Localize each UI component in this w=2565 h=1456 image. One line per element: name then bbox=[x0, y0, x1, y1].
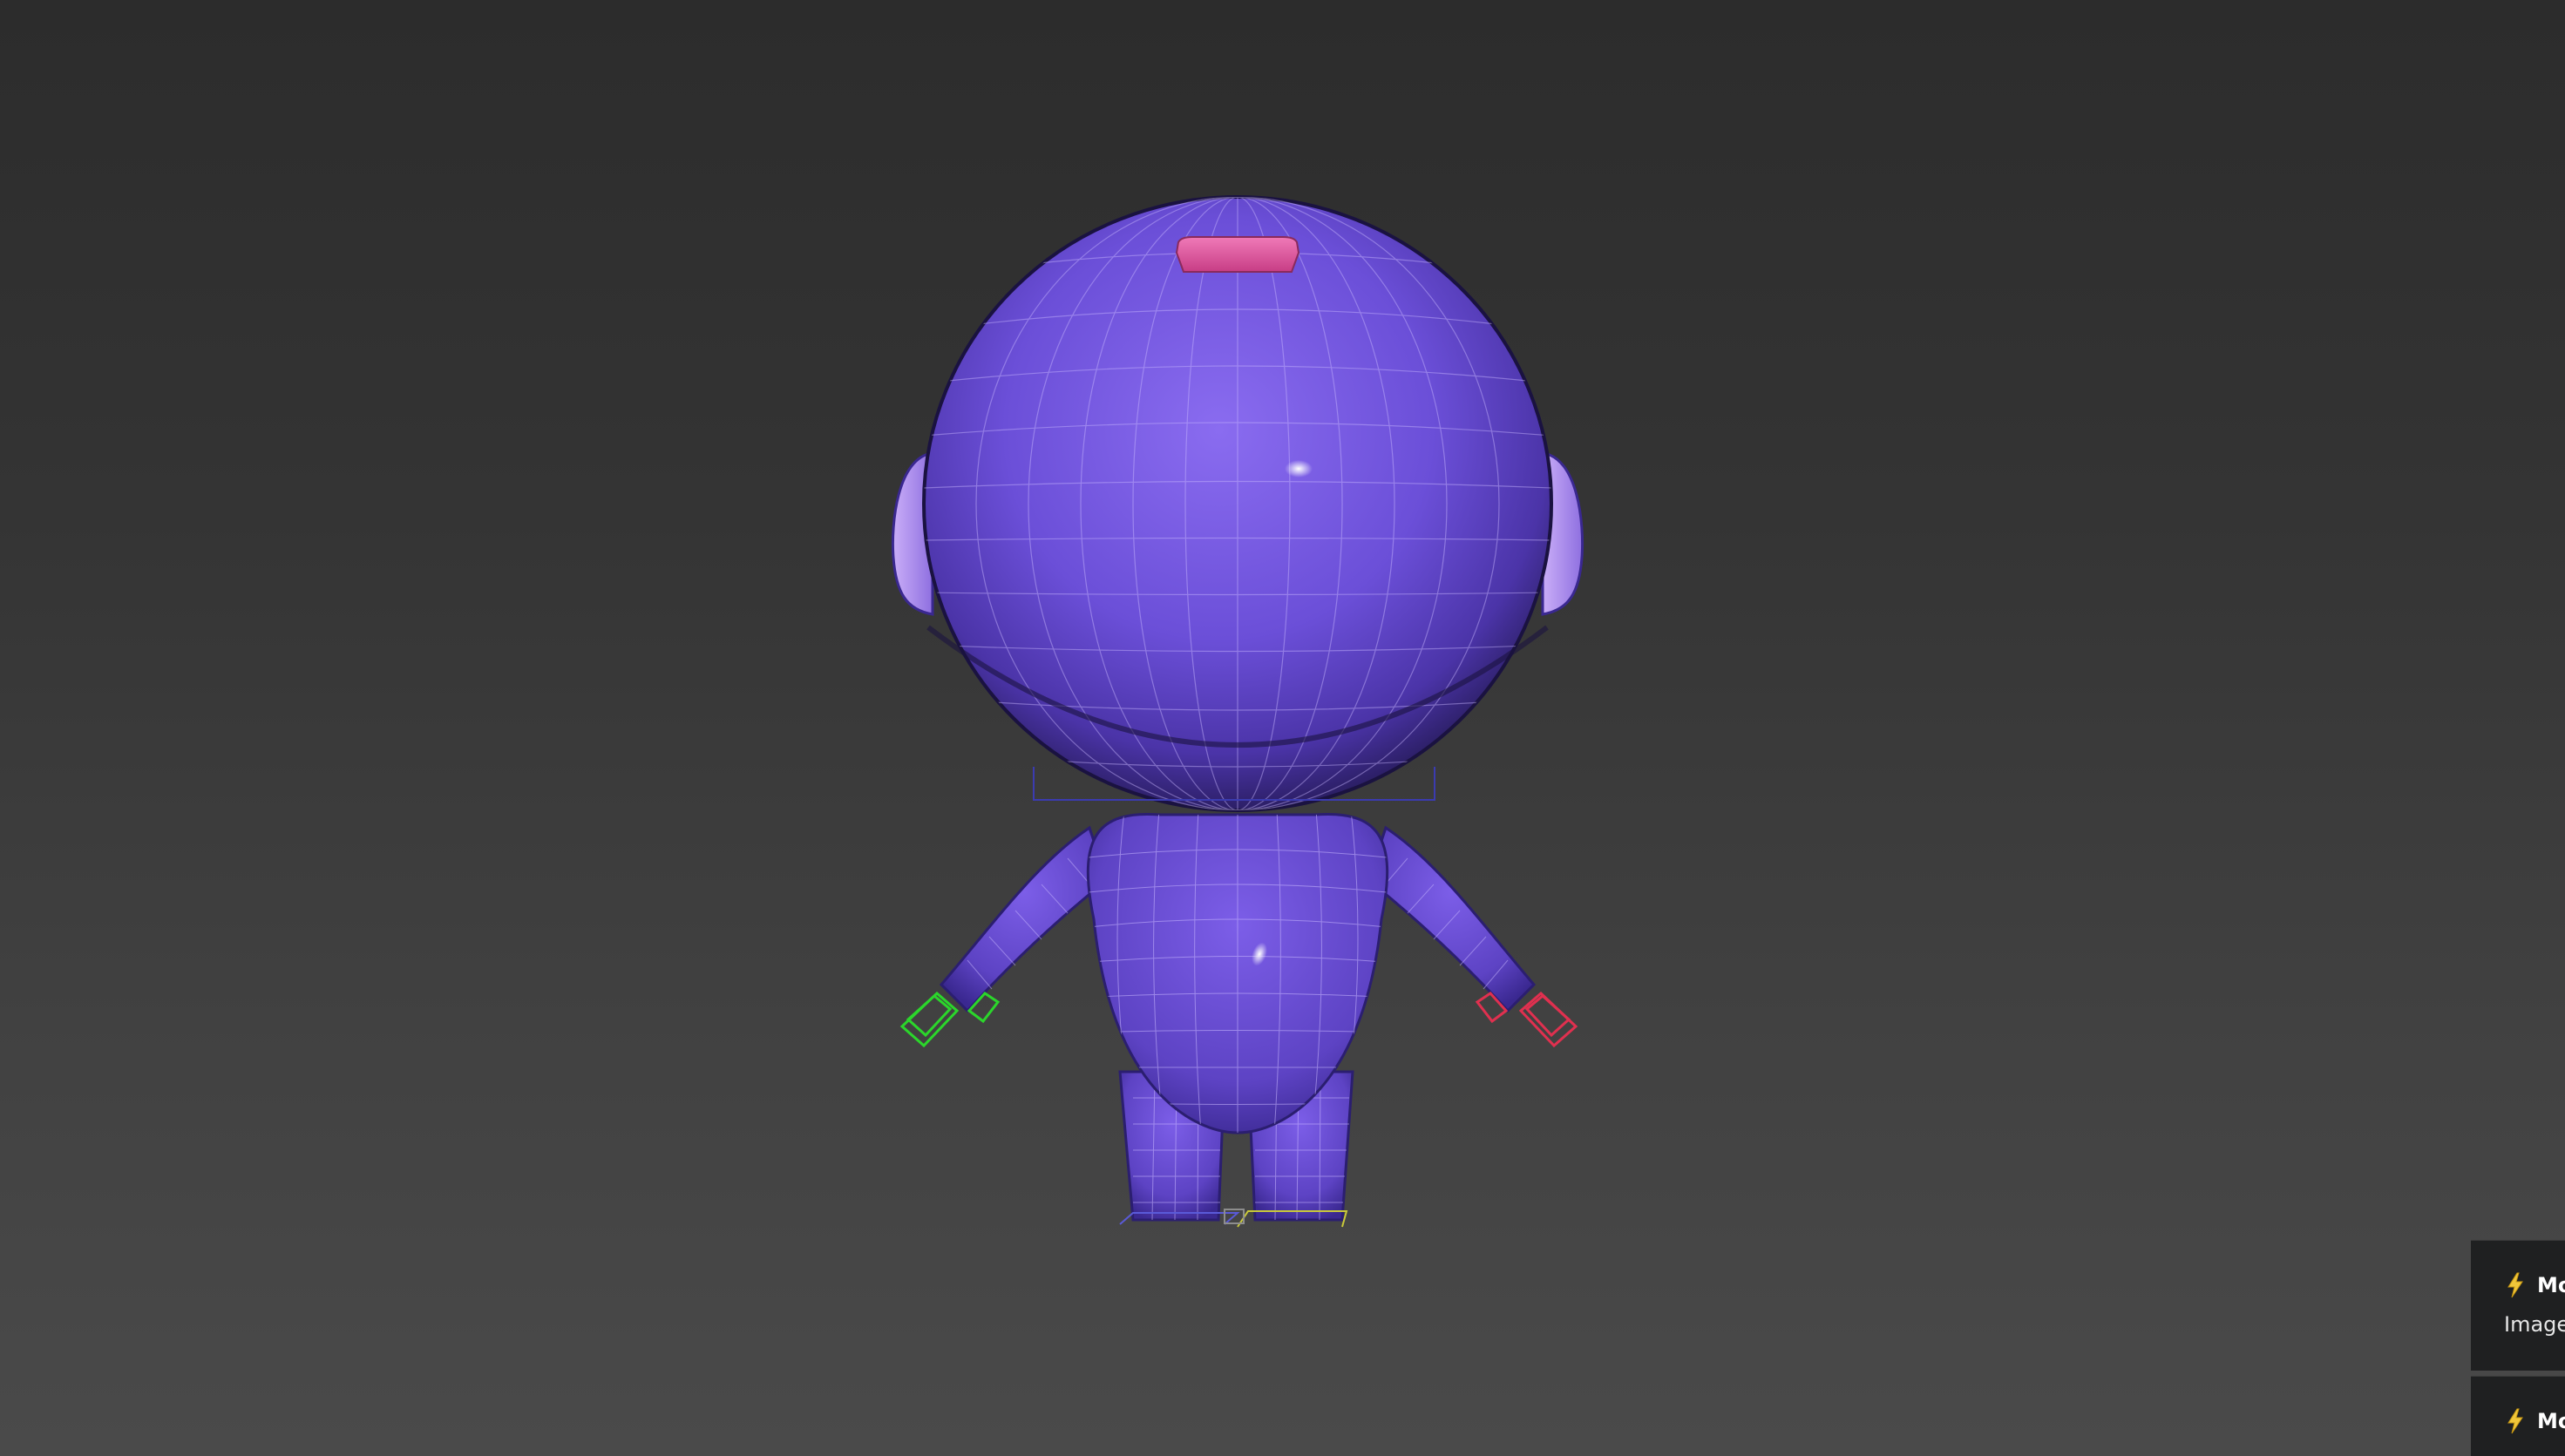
arm-left bbox=[939, 825, 1109, 1013]
left-hand-gizmo[interactable] bbox=[899, 991, 1001, 1048]
arm-right bbox=[1367, 825, 1537, 1013]
notification-toast[interactable]: Mo Image c bbox=[2471, 1240, 2565, 1371]
notification-header: Mo bbox=[2506, 1272, 2565, 1298]
notification-header: Mo bbox=[2506, 1408, 2565, 1434]
notification-title: Mo bbox=[2537, 1409, 2565, 1433]
3d-viewport[interactable] bbox=[0, 0, 2565, 1456]
antenna bbox=[1175, 236, 1300, 273]
character-model[interactable] bbox=[0, 0, 2565, 1456]
head bbox=[922, 195, 1553, 812]
lightning-icon bbox=[2507, 1408, 2523, 1434]
notification-message: Image c bbox=[2504, 1312, 2565, 1337]
right-hand-gizmo[interactable] bbox=[1475, 991, 1578, 1048]
lightning-icon bbox=[2507, 1272, 2523, 1298]
notification-title: Mo bbox=[2537, 1273, 2565, 1297]
notification-toast[interactable]: Mo bbox=[2471, 1376, 2565, 1456]
